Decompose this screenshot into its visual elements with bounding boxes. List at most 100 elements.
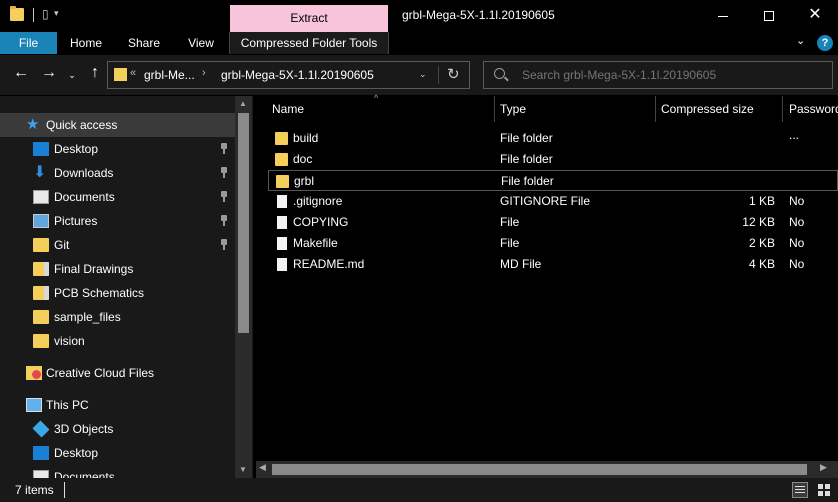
creative-cloud-icon — [26, 366, 42, 380]
sidebar-item-desktop[interactable]: Desktop — [0, 137, 235, 161]
column-header-password[interactable]: Password ... — [789, 96, 838, 142]
refresh-icon[interactable]: ↻ — [447, 65, 460, 83]
file-icon — [277, 195, 287, 208]
sidebar-item-this-pc[interactable]: This PC — [0, 393, 235, 417]
documents-icon — [33, 190, 49, 204]
customize-qat-icon[interactable]: ▾ — [54, 8, 59, 19]
file-row[interactable]: build File folder — [268, 128, 838, 149]
file-size: 12 KB — [742, 215, 775, 229]
column-header-name[interactable]: Name — [272, 96, 304, 122]
sidebar-item-pc-desktop[interactable]: Desktop — [0, 441, 235, 465]
file-password: No — [789, 215, 805, 229]
recent-locations-button[interactable]: ⌄ — [64, 70, 80, 81]
file-row[interactable]: README.md MD File 4 KB No — [268, 254, 838, 275]
file-password: No — [789, 194, 805, 208]
context-tab-extract[interactable]: Extract — [230, 5, 388, 33]
tab-view[interactable]: View — [173, 32, 229, 54]
sidebar-item-sample-files[interactable]: sample_files — [0, 305, 235, 329]
scroll-left-icon[interactable]: ◀ — [259, 462, 266, 473]
tab-compressed-folder-tools[interactable]: Compressed Folder Tools — [229, 32, 389, 54]
file-name: README.md — [293, 257, 365, 271]
sidebar-item-downloads[interactable]: Downloads — [0, 161, 235, 185]
file-type: File — [500, 236, 520, 250]
sidebar-item-creative-cloud[interactable]: Creative Cloud Files — [0, 361, 235, 385]
sidebar-item-quick-access[interactable]: Quick access — [0, 113, 235, 137]
back-button[interactable]: ← — [10, 64, 32, 82]
pictures-icon — [33, 214, 49, 228]
sidebar-item-documents[interactable]: Documents — [0, 185, 235, 209]
sidebar-item-git[interactable]: Git — [0, 233, 235, 257]
status-bar — [0, 478, 838, 502]
details-view-icon[interactable] — [792, 482, 808, 498]
folder-icon — [33, 238, 49, 252]
forward-button[interactable]: → — [38, 64, 60, 82]
desktop-icon — [33, 142, 49, 156]
status-divider — [64, 482, 65, 498]
up-button[interactable]: ↑ — [84, 64, 106, 82]
column-divider[interactable] — [494, 96, 495, 122]
properties-icon[interactable]: ▯ — [42, 7, 49, 21]
pin-icon — [220, 191, 228, 202]
sidebar-item-label: sample_files — [54, 310, 121, 324]
file-row[interactable]: Makefile File 2 KB No — [268, 233, 838, 254]
folder-icon — [275, 132, 288, 145]
folder-icon[interactable] — [10, 6, 24, 21]
pin-icon — [220, 239, 228, 250]
file-type: File folder — [500, 152, 553, 166]
file-size: 1 KB — [748, 194, 775, 208]
sidebar-item-3d-objects[interactable]: 3D Objects — [0, 417, 235, 441]
folder-icon — [275, 153, 288, 166]
breadcrumb-current[interactable]: grbl-Mega-5X-1.1l.20190605 — [221, 68, 374, 82]
sidebar-scroll-thumb[interactable] — [238, 113, 249, 333]
tab-file[interactable]: File — [0, 32, 57, 54]
search-input[interactable] — [522, 68, 822, 82]
large-icons-view-icon[interactable] — [816, 482, 832, 498]
file-type: GITIGNORE File — [500, 194, 591, 208]
sidebar-item-vision[interactable]: vision — [0, 329, 235, 353]
help-icon[interactable]: ? — [817, 35, 833, 51]
horizontal-scroll-thumb[interactable] — [272, 464, 807, 475]
scroll-down-icon[interactable]: ▼ — [239, 465, 247, 474]
expand-ribbon-icon[interactable]: ⌄ — [796, 34, 805, 47]
file-name: grbl — [294, 174, 315, 188]
file-size: 2 KB — [748, 236, 775, 250]
sidebar-item-pcb-schematics[interactable]: PCB Schematics — [0, 281, 235, 305]
file-icon — [277, 237, 287, 250]
breadcrumb-parent[interactable]: grbl-Me... — [144, 68, 195, 82]
3d-objects-icon — [32, 420, 50, 438]
file-row[interactable]: .gitignore GITIGNORE File 1 KB No — [268, 191, 838, 212]
file-icon — [277, 216, 287, 229]
file-name: Makefile — [293, 236, 338, 250]
scroll-right-icon[interactable]: ▶ — [820, 462, 827, 473]
desktop-icon — [33, 446, 49, 460]
sidebar-item-label: Desktop — [54, 142, 99, 156]
file-password: No — [789, 236, 805, 250]
address-bar[interactable]: « grbl-Me... › grbl-Mega-5X-1.1l.2019060… — [107, 61, 470, 89]
chevron-right-icon[interactable]: › — [202, 67, 206, 79]
column-divider[interactable] — [782, 96, 783, 122]
minimize-button[interactable] — [700, 0, 746, 32]
address-history-icon[interactable]: ⌄ — [419, 69, 427, 80]
breadcrumb-overflow[interactable]: « — [130, 67, 136, 79]
sidebar-item-label: Desktop — [54, 446, 99, 460]
column-header-type[interactable]: Type — [500, 96, 526, 122]
file-type: MD File — [500, 257, 542, 271]
file-row[interactable]: COPYING File 12 KB No — [268, 212, 838, 233]
column-header-compressed-size[interactable]: Compressed size — [661, 96, 754, 122]
search-box[interactable] — [483, 61, 833, 89]
file-row[interactable]: doc File folder — [268, 149, 838, 170]
pin-icon — [220, 143, 228, 154]
tab-share[interactable]: Share — [115, 32, 173, 54]
file-row[interactable]: grbl File folder — [268, 170, 838, 191]
sidebar-item-pc-documents[interactable]: Documents — [0, 465, 235, 478]
close-button[interactable]: ✕ — [792, 0, 838, 32]
tab-home[interactable]: Home — [57, 32, 115, 54]
folder-icon — [114, 68, 127, 81]
column-divider[interactable] — [655, 96, 656, 122]
maximize-button[interactable] — [746, 0, 792, 32]
pin-icon — [220, 167, 228, 178]
scroll-up-icon[interactable]: ▲ — [239, 99, 247, 108]
file-name: doc — [293, 152, 313, 166]
sidebar-item-final-drawings[interactable]: Final Drawings — [0, 257, 235, 281]
sidebar-item-pictures[interactable]: Pictures — [0, 209, 235, 233]
